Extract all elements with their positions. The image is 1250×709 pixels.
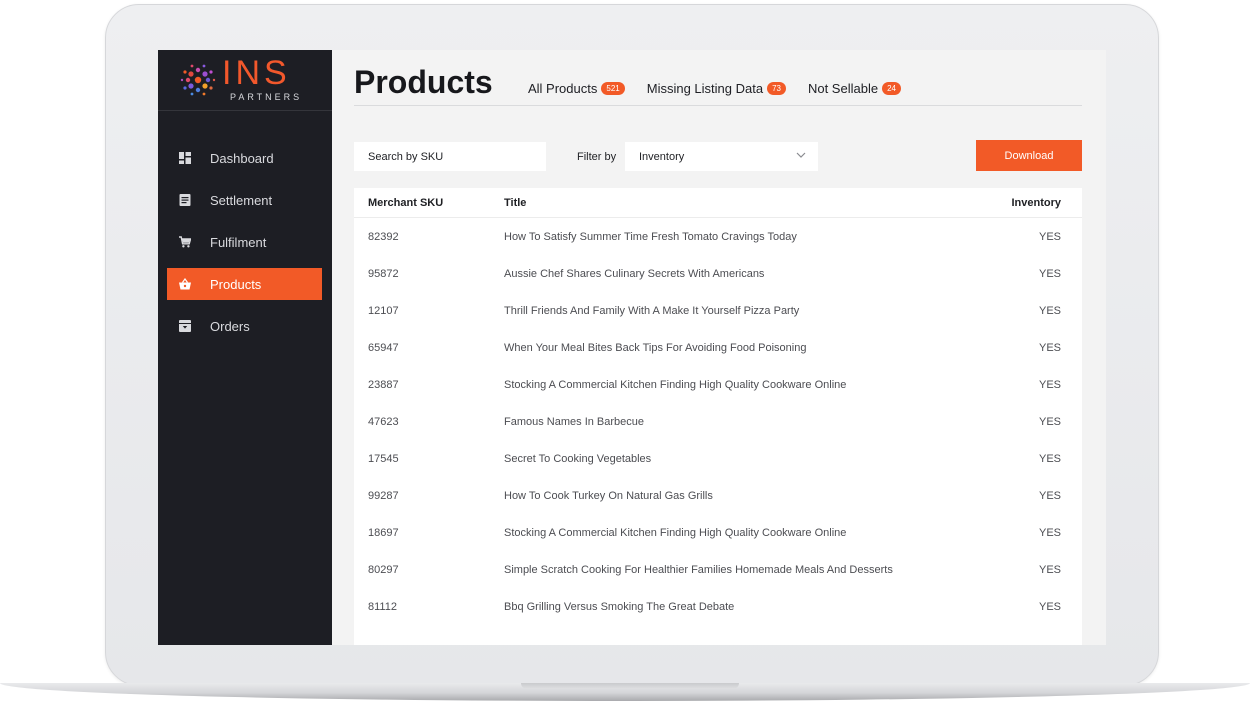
cell-inventory: YES <box>1038 452 1061 465</box>
column-header-sku[interactable]: Merchant SKU <box>354 197 504 209</box>
cell-sku: 65947 <box>368 341 399 354</box>
filter-label: Filter by <box>577 151 617 163</box>
table-row[interactable]: 82392 How To Satisfy Summer Time Fresh T… <box>354 218 1082 255</box>
table-row[interactable]: 65947 When Your Meal Bites Back Tips For… <box>354 329 1082 366</box>
cell-inventory: YES <box>1038 230 1061 243</box>
cell-inventory: YES <box>1038 378 1061 391</box>
cell-sku: 23887 <box>368 378 399 391</box>
cell-title: Bbq Grilling Versus Smoking The Great De… <box>504 600 735 613</box>
table-row[interactable]: 17545 Secret To Cooking Vegetables YES <box>354 440 1082 477</box>
logo-dots-icon <box>180 64 216 96</box>
cell-sku: 80297 <box>368 563 399 576</box>
cell-sku: 81112 <box>368 600 397 613</box>
cell-sku: 82392 <box>368 230 399 243</box>
cell-inventory: YES <box>1038 489 1061 502</box>
products-table: Merchant SKU Title Inventory 82392 How T… <box>354 188 1082 645</box>
cell-inventory: YES <box>1038 341 1061 354</box>
table-row[interactable]: 12107 Thrill Friends And Family With A M… <box>354 292 1082 329</box>
tab-all-products[interactable]: All Products 521 <box>528 81 625 96</box>
sidebar-nav: Dashboard Settlement Fulfilment Products… <box>167 142 322 352</box>
cell-sku: 47623 <box>368 415 399 428</box>
cell-inventory: YES <box>1038 267 1061 280</box>
sidebar-item-label: Orders <box>210 318 250 334</box>
brand-subtitle: PARTNERS <box>230 92 303 102</box>
cell-sku: 17545 <box>368 452 399 465</box>
cart-icon <box>179 236 191 248</box>
cell-title: Stocking A Commercial Kitchen Finding Hi… <box>504 526 847 539</box>
cell-sku: 99287 <box>368 489 399 502</box>
product-tabs: All Products 521 Missing Listing Data 73… <box>528 81 923 96</box>
search-input[interactable] <box>354 142 546 171</box>
cell-inventory: YES <box>1038 526 1061 539</box>
tab-missing-listing-data[interactable]: Missing Listing Data 73 <box>647 81 786 96</box>
count-badge: 24 <box>882 82 901 95</box>
tab-label: Not Sellable <box>807 81 879 96</box>
tab-label: Missing Listing Data <box>646 81 764 96</box>
table-row[interactable]: 81112 Bbq Grilling Versus Smoking The Gr… <box>354 588 1082 625</box>
filter-select[interactable]: Inventory <box>625 142 818 171</box>
page-title: Products <box>354 64 493 100</box>
cell-sku: 12107 <box>368 304 399 317</box>
sidebar-item-label: Products <box>210 276 262 292</box>
sidebar: INS PARTNERS Dashboard Settlement Fulfil… <box>158 50 332 645</box>
tab-not-sellable[interactable]: Not Sellable 24 <box>808 81 901 96</box>
cell-inventory: YES <box>1038 304 1061 317</box>
cell-inventory: YES <box>1038 600 1061 613</box>
main-content: Products All Products 521 Missing Listin… <box>332 50 1106 645</box>
sidebar-item-dashboard[interactable]: Dashboard <box>167 142 322 174</box>
cell-title: Famous Names In Barbecue <box>504 415 645 428</box>
brand-name: INS <box>222 54 291 92</box>
header-divider <box>354 105 1082 106</box>
sidebar-item-label: Settlement <box>210 192 273 208</box>
column-header-inventory[interactable]: Inventory <box>992 197 1082 209</box>
dashboard-icon <box>179 152 191 164</box>
table-row[interactable]: 99287 How To Cook Turkey On Natural Gas … <box>354 477 1082 514</box>
sidebar-item-products[interactable]: Products <box>167 268 322 300</box>
cell-sku: 18697 <box>368 526 399 539</box>
download-button[interactable]: Download <box>976 140 1082 171</box>
filter-select-value: Inventory <box>639 150 685 163</box>
cell-title: Secret To Cooking Vegetables <box>504 452 652 465</box>
cell-title: How To Satisfy Summer Time Fresh Tomato … <box>504 230 797 243</box>
cell-inventory: YES <box>1038 415 1061 428</box>
brand-logo[interactable]: INS PARTNERS <box>158 50 332 111</box>
count-badge: 73 <box>767 82 786 95</box>
column-header-title[interactable]: Title <box>504 197 992 209</box>
cell-inventory: YES <box>1038 563 1061 576</box>
sidebar-item-settlement[interactable]: Settlement <box>167 184 322 216</box>
sidebar-item-label: Dashboard <box>210 150 274 166</box>
sidebar-item-fulfilment[interactable]: Fulfilment <box>167 226 322 258</box>
cell-sku: 95872 <box>368 267 399 280</box>
cell-title: Aussie Chef Shares Culinary Secrets With… <box>504 267 765 280</box>
chevron-down-icon <box>796 152 806 158</box>
cell-title: Thrill Friends And Family With A Make It… <box>504 304 800 317</box>
app-screen: INS PARTNERS Dashboard Settlement Fulfil… <box>158 50 1106 645</box>
table-row[interactable]: 18697 Stocking A Commercial Kitchen Find… <box>354 514 1082 551</box>
cell-title: Simple Scratch Cooking For Healthier Fam… <box>504 563 893 576</box>
table-header: Merchant SKU Title Inventory <box>354 188 1082 218</box>
table-row[interactable]: 23887 Stocking A Commercial Kitchen Find… <box>354 366 1082 403</box>
table-row[interactable]: 47623 Famous Names In Barbecue YES <box>354 403 1082 440</box>
document-icon <box>179 194 191 206</box>
table-row[interactable]: 80297 Simple Scratch Cooking For Healthi… <box>354 551 1082 588</box>
sidebar-item-label: Fulfilment <box>210 234 267 250</box>
laptop-notch <box>521 683 739 689</box>
tab-label: All Products <box>528 81 598 96</box>
cell-title: Stocking A Commercial Kitchen Finding Hi… <box>504 378 847 391</box>
cell-title: How To Cook Turkey On Natural Gas Grills <box>504 489 713 502</box>
table-row[interactable]: 95872 Aussie Chef Shares Culinary Secret… <box>354 255 1082 292</box>
archive-icon <box>179 320 191 332</box>
cell-title: When Your Meal Bites Back Tips For Avoid… <box>504 341 807 354</box>
count-badge: 521 <box>601 82 625 95</box>
basket-icon <box>179 278 191 290</box>
sidebar-item-orders[interactable]: Orders <box>167 310 322 342</box>
